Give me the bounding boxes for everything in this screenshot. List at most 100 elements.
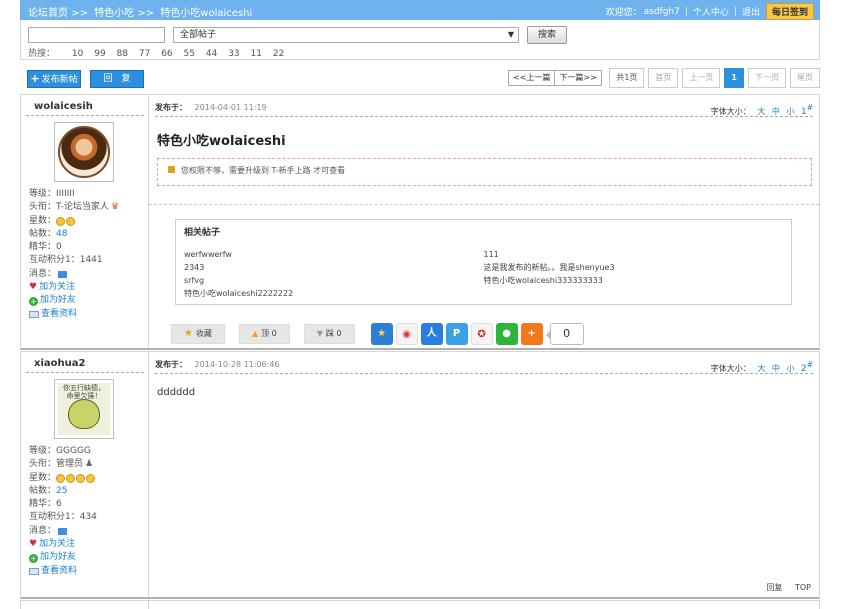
search-button[interactable]: 搜索 (527, 26, 567, 44)
star-icon: ★ (184, 328, 193, 339)
hot-search-term[interactable]: 44 (206, 49, 217, 59)
follow-link[interactable]: 加为关注 (39, 281, 75, 294)
next-page-button[interactable]: 下一页 (748, 68, 786, 88)
author-info: 等级： IIIIIII 头衔： T-论坛当家人 ♛ 星数： 帖数： 48 精华： 0 互动… (29, 188, 119, 321)
search-scope-value: 全部帖子 (180, 30, 217, 40)
permission-notice: 您权限不够，需要升级到 T-新手上路 才可查看 (157, 158, 812, 186)
tencent-weibo-share-icon[interactable]: P (445, 323, 468, 345)
post-floor-3 (20, 600, 820, 609)
post-content: 发布于： 2014-04-01 11:19 字体大小： 大 中 小 1# 特色小… (149, 95, 819, 348)
cartoon-face-icon (68, 399, 100, 429)
font-size-controls: 字体大小： 大 中 小 1# (711, 99, 813, 121)
posts-count-label: 帖数： (29, 228, 57, 239)
smiley-star-icon (76, 473, 86, 483)
breadcrumb: 论坛首页 >> 特色小吃 >> 特色小吃wolaiceshi (28, 4, 252, 19)
current-page[interactable]: 1 (724, 68, 744, 88)
back-to-top-link[interactable]: TOP (795, 583, 811, 592)
font-size-label: 字体大小： (710, 107, 751, 116)
smiley-star-icon (66, 216, 76, 226)
view-profile-link[interactable]: 查看资料 (41, 565, 77, 578)
new-post-label: 发布新帖 (41, 75, 78, 85)
new-post-button[interactable]: + 发布新帖 (27, 70, 81, 88)
wechat-share-icon[interactable]: ● (495, 323, 518, 345)
share-count: 0 (545, 323, 584, 345)
upvote-button[interactable]: ▲ 顶 0 (238, 324, 290, 344)
related-post-link[interactable]: 这是我发布的新帖。。我是shenyue3 (484, 263, 615, 272)
level-label: 等级： (29, 446, 57, 456)
title-label: 头衔： (29, 202, 57, 213)
downvote-button[interactable]: ▼ 踩 0 (303, 324, 355, 344)
related-post-link[interactable]: 特色小吃wolaiceshi2222222 (184, 289, 293, 298)
hot-search-term[interactable]: 11 (251, 49, 262, 59)
font-size-large[interactable]: 大 (757, 364, 765, 373)
add-friend-link[interactable]: 加为好友 (40, 294, 76, 307)
hot-search-term[interactable]: 88 (117, 49, 128, 59)
message-icon[interactable] (58, 270, 68, 278)
avatar-image: 你五行缺德，命里欠揍！ (58, 383, 110, 435)
first-page-button[interactable]: 首页 (648, 68, 679, 88)
font-size-large[interactable]: 大 (757, 107, 765, 116)
post-actions: ★ 收藏 ▲ 顶 0 ▼ 踩 0 ★ ◉ 人 P ✪ ● + 0 (171, 323, 584, 345)
related-post-link[interactable]: werfwwerfw (184, 250, 232, 259)
add-friend-link[interactable]: 加为好友 (40, 551, 76, 564)
hot-search-term[interactable]: 55 (184, 49, 195, 59)
username-link[interactable]: asdfgh7 (644, 7, 680, 17)
hot-search-term[interactable]: 77 (139, 49, 150, 59)
message-icon[interactable] (58, 527, 68, 535)
prev-thread-button[interactable]: <<上一篇 (509, 71, 554, 85)
daily-signin-button[interactable]: 每日签到 (765, 3, 814, 20)
prev-page-button[interactable]: 上一页 (682, 68, 721, 88)
search-input[interactable] (28, 27, 165, 43)
hot-search: 热搜： 10 99 88 77 66 55 44 33 11 22 (28, 46, 284, 59)
breadcrumb-category[interactable]: 特色小吃 (94, 8, 134, 19)
font-size-small[interactable]: 小 (786, 107, 794, 116)
floor-number[interactable]: 2# (801, 360, 813, 374)
author-name[interactable]: xiaohua2 (26, 356, 144, 373)
breadcrumb-forum-home[interactable]: 论坛首页 (28, 8, 68, 19)
related-post-link[interactable]: 特色小吃wolaiceshi333333333 (484, 276, 603, 285)
chevron-down-icon: ▼ (507, 30, 514, 39)
next-thread-button[interactable]: 下一篇>> (554, 71, 600, 85)
related-post-link[interactable]: 2343 (184, 263, 204, 272)
reply-link[interactable]: 回复 (766, 583, 782, 592)
arrow-down-icon: ▼ (316, 329, 323, 338)
points-value: 1441 (79, 255, 103, 266)
renren-share-icon[interactable]: 人 (420, 323, 443, 345)
points-label: 互动积分1： (29, 255, 80, 266)
hot-search-term[interactable]: 22 (273, 49, 284, 59)
last-page-button[interactable]: 尾页 (790, 68, 820, 88)
post-title: 特色小吃wolaiceshi (157, 134, 286, 149)
qzone-share-icon[interactable]: ★ (370, 323, 393, 345)
floor-number[interactable]: 1# (801, 103, 813, 117)
weibo-share-icon[interactable]: ◉ (395, 323, 418, 345)
avatar[interactable]: 你五行缺德，命里欠揍！ (54, 379, 114, 439)
collect-button[interactable]: ★ 收藏 (171, 324, 225, 344)
qq-share-icon[interactable]: ✪ (470, 323, 493, 345)
font-size-small[interactable]: 小 (786, 364, 794, 373)
logout-link[interactable]: 退出 (742, 5, 760, 18)
posts-count-link[interactable]: 48 (56, 228, 67, 241)
font-size-medium[interactable]: 中 (772, 364, 780, 373)
hot-search-term[interactable]: 99 (94, 49, 105, 59)
hot-search-term[interactable]: 66 (161, 49, 172, 59)
font-size-medium[interactable]: 中 (772, 107, 780, 116)
reply-button[interactable]: 回 复 (90, 70, 144, 88)
more-share-icon[interactable]: + (520, 323, 543, 345)
breadcrumb-current-thread[interactable]: 特色小吃wolaiceshi (160, 8, 252, 19)
avatar[interactable] (54, 122, 114, 182)
title-value: 管理员 (56, 459, 84, 470)
follow-link[interactable]: 加为关注 (39, 538, 75, 551)
author-name[interactable]: wolaicesih (26, 99, 144, 116)
hot-search-term[interactable]: 33 (228, 49, 239, 59)
hot-search-term[interactable]: 10 (72, 49, 83, 59)
posts-count-link[interactable]: 25 (56, 485, 67, 498)
author-info: 等级： GGGGG 头衔： 管理员 ♟ 星数： 帖数： 25 精华： 6 互动积分1： 43… (29, 445, 97, 578)
font-size-label: 字体大小： (710, 364, 751, 373)
user-center-link[interactable]: 个人中心 (693, 5, 729, 18)
related-post-link[interactable]: 111 (484, 250, 499, 259)
search-scope-select[interactable]: 全部帖子 ▼ (173, 27, 519, 43)
related-post-link[interactable]: srfvg (184, 276, 204, 285)
stars-label: 星数： (29, 215, 57, 226)
arrow-up-icon: ▲ (251, 329, 259, 338)
view-profile-link[interactable]: 查看资料 (41, 308, 77, 321)
